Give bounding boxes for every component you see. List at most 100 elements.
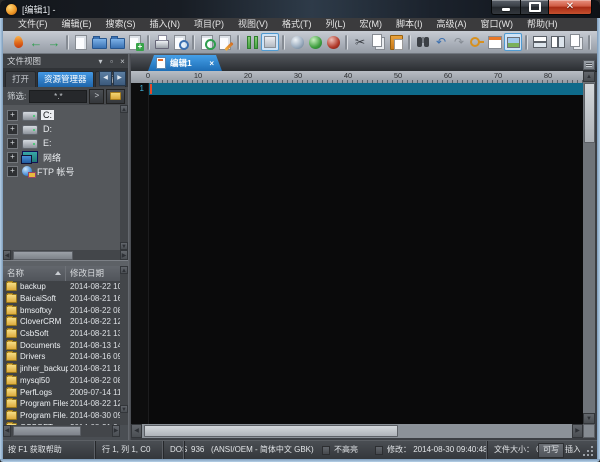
panel-pin-button[interactable]: ▫	[106, 55, 117, 68]
edit-page-icon[interactable]	[216, 33, 234, 51]
scroll-thumb[interactable]	[144, 425, 398, 437]
scroll-up-button[interactable]: ▲	[120, 105, 128, 113]
scroll-up-button[interactable]: ▲	[120, 266, 128, 274]
file-list-row[interactable]: jinher_backup 2014-08-21 18	[3, 363, 120, 375]
file-list-row[interactable]: Drivers 2014-08-16 09	[3, 351, 120, 363]
menu-item[interactable]: 列(L)	[319, 18, 353, 31]
scroll-thumb[interactable]	[584, 83, 595, 143]
new-file-icon[interactable]	[72, 33, 90, 51]
split-horizontal-icon[interactable]	[531, 33, 549, 51]
scroll-down-button[interactable]: ▼	[120, 405, 128, 413]
tree-vertical-scrollbar[interactable]: ▲ ▼	[120, 105, 128, 250]
menu-item[interactable]: 高级(A)	[430, 18, 474, 31]
menu-item[interactable]: 格式(T)	[275, 18, 319, 31]
tab-close-icon[interactable]: ×	[209, 59, 214, 68]
file-list-row[interactable]: BaicaiSoft 2014-08-21 16	[3, 293, 120, 305]
list-vertical-scrollbar[interactable]: ▲ ▼	[120, 266, 128, 425]
menu-item[interactable]: 插入(N)	[143, 18, 188, 31]
open-file-icon[interactable]	[90, 33, 108, 51]
preview-red-globe-icon[interactable]	[324, 33, 342, 51]
snapshot-icon[interactable]	[504, 33, 522, 51]
insert-date-icon[interactable]	[486, 33, 504, 51]
list-horizontal-scrollbar[interactable]: ◀ ▶	[3, 425, 120, 437]
resize-grip[interactable]	[583, 446, 593, 456]
file-list-row[interactable]: Documents 2014-08-13 14	[3, 339, 120, 351]
scroll-thumb[interactable]	[13, 426, 81, 436]
flame-icon[interactable]	[9, 33, 27, 51]
find-icon[interactable]	[414, 33, 432, 51]
minimize-button[interactable]	[491, 0, 521, 15]
tab-scroll-left-button[interactable]: ◀	[99, 71, 112, 86]
file-list-row[interactable]: CsbSoft 2014-08-21 13	[3, 328, 120, 340]
paste-icon[interactable]	[387, 33, 405, 51]
clone-view-icon[interactable]	[567, 33, 585, 51]
sidebar-tab[interactable]: 打开	[5, 71, 36, 87]
scroll-right-button[interactable]: ▶	[120, 250, 128, 260]
menu-item[interactable]: 文件(F)	[11, 18, 55, 31]
menu-item[interactable]: 宏(M)	[353, 18, 390, 31]
undo-icon[interactable]	[432, 33, 450, 51]
expander-icon[interactable]	[7, 138, 18, 149]
split-handle[interactable]	[583, 60, 595, 70]
file-list-row[interactable]: mysql50 2014-08-22 08	[3, 375, 120, 387]
status-insert-mode[interactable]: 插入	[565, 441, 580, 460]
file-list-row[interactable]: Program Files 2014-08-22 12	[3, 398, 120, 410]
filter-browse-button[interactable]	[106, 89, 125, 104]
tree-item[interactable]: E:	[3, 136, 128, 150]
menu-item[interactable]: 搜索(S)	[99, 18, 143, 31]
tree-item[interactable]: FTP 帐号	[3, 164, 128, 178]
sync-browser-icon[interactable]	[288, 33, 306, 51]
permissions-icon[interactable]	[468, 33, 486, 51]
scroll-right-button[interactable]: ▶	[112, 425, 120, 437]
cut-icon[interactable]	[351, 33, 369, 51]
file-list-row[interactable]: bmsoftxy 2014-08-22 08	[3, 304, 120, 316]
scroll-right-button[interactable]: ▶	[572, 424, 583, 438]
close-button[interactable]: ✕	[549, 0, 592, 15]
scroll-thumb[interactable]	[13, 251, 73, 260]
scroll-down-button[interactable]: ▼	[583, 413, 595, 424]
panel-menu-button[interactable]: ▾	[95, 55, 106, 68]
column-header-date[interactable]: 修改日期	[66, 266, 104, 281]
status-mini-button[interactable]	[322, 446, 330, 455]
print-preview-icon[interactable]	[171, 33, 189, 51]
expander-icon[interactable]	[7, 166, 18, 177]
open-folder-icon[interactable]	[108, 33, 126, 51]
menu-item[interactable]: 项目(P)	[187, 18, 231, 31]
menu-item[interactable]: 帮助(H)	[520, 18, 565, 31]
copy-icon[interactable]	[369, 33, 387, 51]
status-cursor-position[interactable]: 行 1, 列 1, C0	[95, 441, 150, 460]
scroll-up-button[interactable]: ▲	[583, 71, 595, 82]
status-mini-button[interactable]	[375, 446, 383, 455]
editor-vertical-scrollbar[interactable]: ▲ ▼	[583, 71, 595, 424]
scroll-left-button[interactable]: ◀	[131, 424, 142, 438]
menu-item[interactable]: 编辑(E)	[55, 18, 99, 31]
tree-horizontal-scrollbar[interactable]: ◀ ▶	[3, 250, 128, 260]
expander-icon[interactable]	[7, 110, 18, 121]
status-highlight-mode[interactable]: 不高亮	[334, 441, 358, 460]
maximize-button[interactable]	[521, 0, 549, 15]
text-area[interactable]: 1	[131, 83, 583, 424]
file-list-row[interactable]: CloverCRM 2014-08-22 12	[3, 316, 120, 328]
expander-icon[interactable]	[7, 124, 18, 135]
tab-scroll-right-button[interactable]: ▶	[113, 71, 126, 86]
sidebar-tab[interactable]: 资源管理器	[37, 71, 94, 87]
word-wrap-icon[interactable]	[243, 33, 261, 51]
ruler-toggle-icon[interactable]	[261, 33, 279, 51]
save-file-icon[interactable]	[126, 33, 144, 51]
column-header-name[interactable]: 名称	[3, 266, 66, 281]
split-vertical-icon[interactable]	[549, 33, 567, 51]
forward-icon[interactable]	[45, 33, 63, 51]
back-icon[interactable]	[27, 33, 45, 51]
editor-horizontal-scrollbar[interactable]: ◀ ▶	[131, 424, 583, 438]
refresh-page-icon[interactable]	[198, 33, 216, 51]
scroll-left-button[interactable]: ◀	[3, 250, 11, 260]
filter-apply-button[interactable]: >	[89, 89, 104, 104]
panel-close-button[interactable]: ×	[117, 55, 128, 68]
menu-item[interactable]: 脚本(I)	[389, 18, 430, 31]
scroll-down-button[interactable]: ▼	[120, 242, 128, 250]
expander-icon[interactable]	[7, 152, 18, 163]
redo-icon[interactable]	[450, 33, 468, 51]
scroll-left-button[interactable]: ◀	[3, 425, 11, 437]
file-list-row[interactable]: PerfLogs 2009-07-14 11	[3, 386, 120, 398]
status-writable[interactable]: 可写	[538, 443, 564, 458]
